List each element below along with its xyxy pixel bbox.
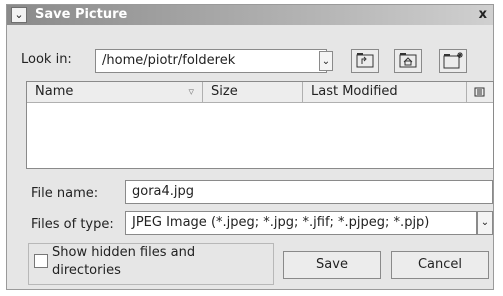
detail-view-button[interactable] (467, 82, 493, 103)
file-name-input[interactable]: gora4.jpg (125, 180, 493, 204)
files-of-type-select[interactable]: JPEG Image (*.jpeg; *.jpg; *.jfif; *.pjp… (125, 211, 477, 235)
window-title: Save Picture (35, 7, 128, 22)
show-hidden-label-line2: directories (52, 263, 121, 278)
title-bar[interactable]: ⌄ Save Picture x (7, 5, 493, 25)
window-menu-icon[interactable]: ⌄ (11, 7, 27, 23)
column-header-size[interactable]: Size (203, 82, 303, 103)
cancel-button[interactable]: Cancel (391, 251, 489, 279)
file-name-label: File name: (31, 186, 99, 201)
column-last-modified-label: Last Modified (311, 84, 398, 99)
folder-up-button[interactable] (351, 49, 379, 73)
folder-home-button[interactable] (394, 49, 422, 73)
look-in-path: /home/piotr/folderek (102, 53, 236, 68)
folder-up-icon (356, 53, 374, 68)
files-of-type-dropdown-icon[interactable]: ⌄ (477, 211, 493, 235)
column-name-label: Name (35, 84, 74, 99)
file-list[interactable]: Name ▿ Size Last Modified (26, 81, 494, 169)
sort-indicator-icon: ▿ (188, 85, 194, 98)
column-size-label: Size (211, 84, 238, 99)
look-in-combo[interactable]: /home/piotr/folderek (95, 49, 327, 73)
column-header-last-modified[interactable]: Last Modified (303, 82, 467, 103)
look-in-label: Look in: (21, 52, 72, 67)
files-of-type-label: Files of type: (31, 217, 114, 232)
save-picture-dialog: ⌄ Save Picture x Look in: /home/piotr/fo… (6, 4, 494, 290)
new-folder-button[interactable] (439, 49, 467, 73)
show-hidden-checkbox[interactable] (34, 254, 48, 268)
new-folder-icon (443, 52, 463, 69)
folder-home-icon (399, 53, 417, 68)
save-button[interactable]: Save (283, 251, 381, 279)
detail-view-icon (474, 87, 485, 97)
show-hidden-label: Show hidden files and (52, 245, 196, 260)
column-header-name[interactable]: Name ▿ (27, 82, 203, 103)
look-in-dropdown-icon[interactable]: ⌄ (319, 51, 333, 71)
close-icon[interactable]: x (479, 7, 487, 22)
